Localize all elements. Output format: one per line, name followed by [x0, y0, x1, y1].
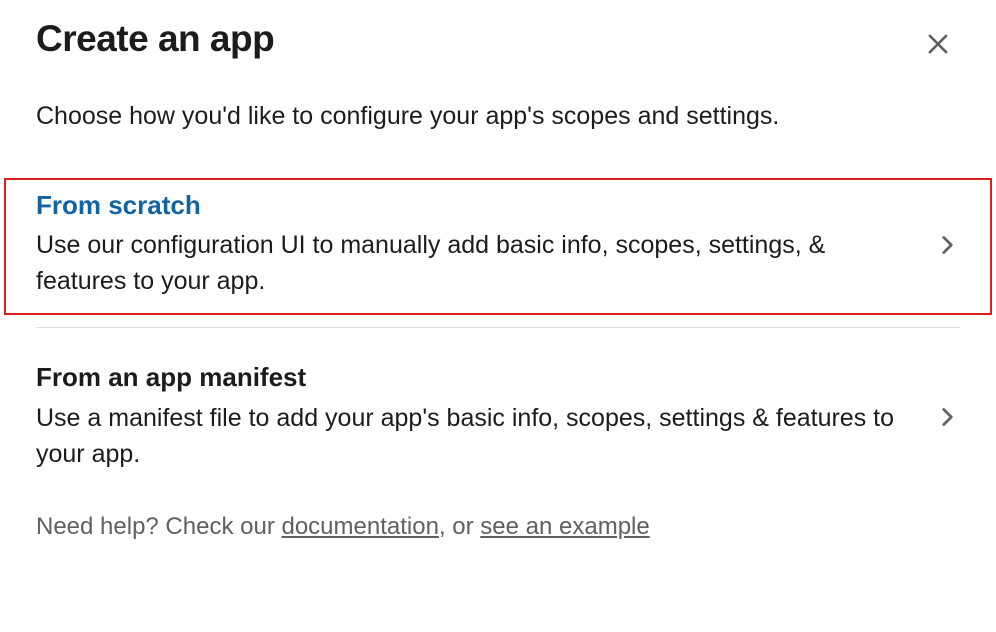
option-from-manifest[interactable]: From an app manifest Use a manifest file…: [0, 350, 996, 488]
option-title: From scratch: [36, 190, 914, 221]
footer-middle: , or: [439, 513, 480, 540]
divider: [36, 327, 960, 328]
option-title: From an app manifest: [36, 362, 914, 393]
option-content: From an app manifest Use a manifest file…: [36, 362, 960, 472]
option-description: Use our configuration UI to manually add…: [36, 227, 914, 300]
footer-prefix: Need help? Check our: [36, 513, 281, 540]
option-from-scratch[interactable]: From scratch Use our configuration UI to…: [4, 178, 992, 316]
options-list: From scratch Use our configuration UI to…: [0, 178, 996, 488]
chevron-right-icon: [934, 404, 960, 430]
close-icon: [924, 30, 952, 58]
help-footer: Need help? Check our documentation, or s…: [0, 488, 996, 544]
option-description: Use a manifest file to add your app's ba…: [36, 400, 914, 473]
chevron-right-icon: [934, 232, 960, 258]
modal-subtitle: Choose how you'd like to configure your …: [0, 66, 996, 134]
documentation-link[interactable]: documentation: [281, 513, 438, 540]
close-button[interactable]: [916, 22, 960, 66]
option-text: From scratch Use our configuration UI to…: [36, 190, 914, 300]
modal-header: Create an app: [0, 0, 996, 66]
option-content: From scratch Use our configuration UI to…: [36, 190, 960, 300]
example-link[interactable]: see an example: [480, 513, 649, 540]
modal-title: Create an app: [36, 18, 274, 60]
option-text: From an app manifest Use a manifest file…: [36, 362, 914, 472]
